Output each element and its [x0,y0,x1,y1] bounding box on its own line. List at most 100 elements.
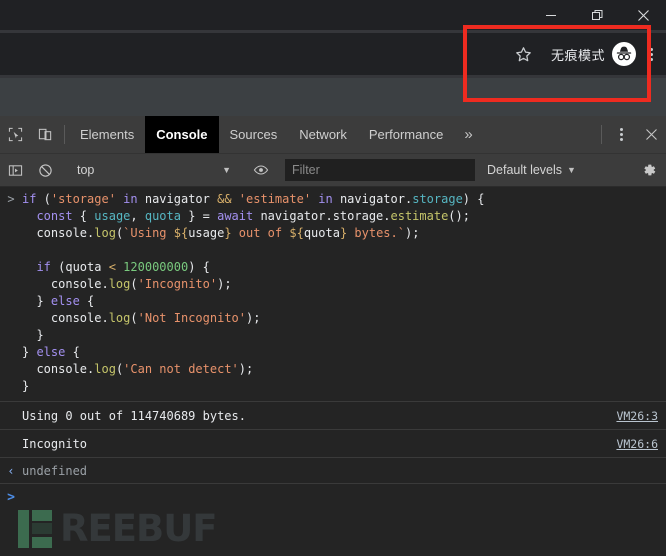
chevron-down-icon: ▼ [222,165,231,175]
code-token: && [217,192,232,206]
code-token: 'estimate' [238,192,312,206]
log-level-select[interactable]: Default levels ▼ [487,163,576,177]
window-close-button[interactable] [620,0,666,30]
code-token: { [65,345,80,359]
inspect-element-icon[interactable] [0,116,30,153]
code-token: in [318,192,333,206]
incognito-mode-chip[interactable]: 无痕模式 [541,39,640,69]
logo-bars-right [32,509,52,548]
devtools-panel: Elements Console Sources Network Perform… [0,116,666,556]
code-token: if [22,192,37,206]
incognito-mode-label: 无痕模式 [550,47,605,63]
code-token: ); [246,311,261,325]
kebab-menu-icon [649,47,653,61]
code-token: ) { [462,192,485,206]
code-token: const [36,209,73,223]
code-token: console. [22,362,95,376]
console-log-source-link[interactable]: VM26:3 [616,409,658,423]
code-token: (); [448,209,470,223]
devtools-more-icon[interactable] [606,116,636,153]
code-line: const { usage, quota } = await navigator… [22,208,484,225]
code-token: 'Incognito' [137,277,218,291]
console-input-row[interactable]: > [0,484,666,510]
code-token: ); [217,277,232,291]
logo-bar [18,509,29,548]
tab-sources[interactable]: Sources [219,116,289,153]
tab-elements[interactable]: Elements [69,116,145,153]
code-token: { [79,294,95,308]
incognito-spy-icon [612,42,636,66]
code-line: console.log(`Using ${usage} out of ${quo… [22,225,484,242]
console-body[interactable]: > if ('storage' in navigator && 'estimat… [0,187,666,556]
code-token: ${ [173,226,189,240]
devtools-close-icon[interactable] [636,116,666,153]
tab-overflow-icon[interactable]: » [454,116,482,153]
code-token: ( [130,277,138,291]
command-prompt-icon: > [7,192,15,206]
code-token: navigator [137,192,218,206]
code-line: } [22,327,484,344]
console-log-row: Incognito VM26:6 [0,430,666,458]
browser-toolbar: 无痕模式 [0,30,666,78]
code-line: console.log('Not Incognito'); [22,310,484,327]
code-token: quota [144,209,181,223]
code-token: ( [130,311,138,325]
console-filter-input[interactable] [285,159,475,181]
browser-menu-icon[interactable] [640,37,662,71]
tab-console[interactable]: Console [145,116,219,153]
execution-context-select[interactable]: top ▼ [69,159,237,181]
window-minimize-button[interactable] [528,0,574,30]
window-restore-button[interactable] [574,0,620,30]
code-token: 120000000 [123,260,189,274]
code-token: usage [188,226,225,240]
console-log-row: Using 0 out of 114740689 bytes. VM26:3 [0,402,666,430]
code-token: console. [22,311,109,325]
code-token: log [108,277,131,291]
code-token: ( [36,192,51,206]
code-token: ${ [289,226,304,240]
freebuf-watermark: REEBUF [18,507,218,550]
tab-performance[interactable]: Performance [358,116,454,153]
tab-network[interactable]: Network [288,116,358,153]
console-command-code: if ('storage' in navigator && 'estimate'… [22,191,484,395]
console-result-value: undefined [22,463,88,478]
code-token: } [22,379,30,393]
tabbar-spacer [483,116,597,153]
chevron-down-icon-levels: ▼ [567,165,576,175]
toolbar-divider [64,125,65,144]
code-token: if [36,260,51,274]
devtools-settings-gear-icon[interactable] [632,162,666,178]
console-log-source-link[interactable]: VM26:6 [616,437,658,451]
code-line: if (quota < 120000000) { [22,259,484,276]
code-token: , [130,209,145,223]
code-token: log [94,226,116,240]
console-log-list: Using 0 out of 114740689 bytes. VM26:3 Inc… [0,402,666,458]
code-token: ); [404,226,420,240]
device-toolbar-icon[interactable] [30,116,60,153]
browser-titlebar [0,0,666,30]
watermark-text: REEBUF [60,507,218,550]
code-token: 'Not Incognito' [137,311,246,325]
code-line: } else { [22,344,484,361]
code-token: bytes.` [347,226,405,240]
console-command-block: > if ('storage' in navigator && 'estimat… [0,187,666,402]
code-token: storage [412,192,463,206]
code-token: quota [303,226,340,240]
clear-console-icon[interactable] [30,163,60,178]
code-token: } = [180,209,218,223]
bookmark-star-icon[interactable] [507,37,541,71]
console-toolbar: top ▼ Default levels ▼ [0,154,666,187]
live-expression-eye-icon[interactable] [246,162,276,178]
code-token: (quota [50,260,109,274]
code-token: } [22,328,44,342]
console-sidebar-icon[interactable] [0,163,30,178]
code-token: `Using [123,226,174,240]
console-result-row: ‹ undefined [0,458,666,484]
code-token: estimate [390,209,449,223]
code-token: navigator.storage. [253,209,391,223]
code-token: log [108,311,131,325]
